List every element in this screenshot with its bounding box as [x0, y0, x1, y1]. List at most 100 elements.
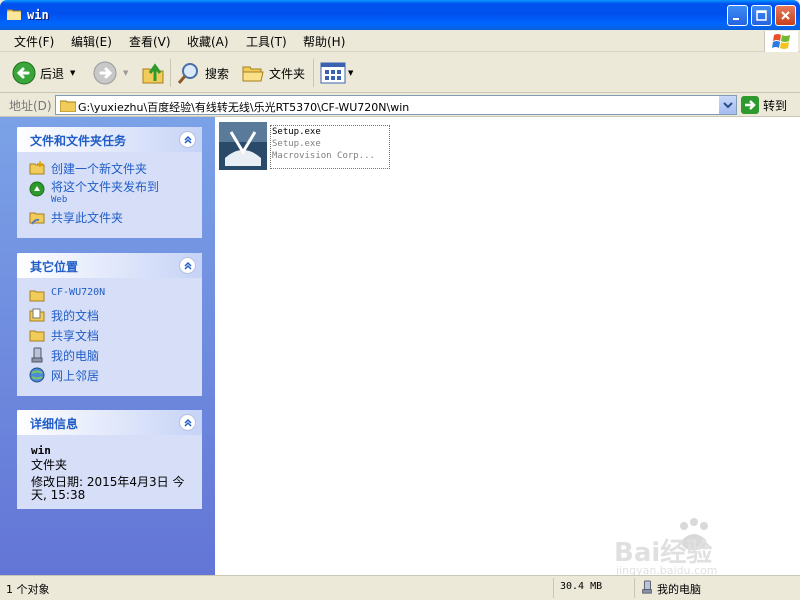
title-bar[interactable]: win	[0, 0, 800, 30]
up-folder-button[interactable]	[141, 53, 165, 93]
views-button[interactable]: ▼	[320, 53, 353, 93]
status-location: 我的电脑	[657, 583, 701, 596]
baidu-watermark: Bai经验 jingyan.baidu.com	[612, 512, 772, 582]
place-label: 网上邻居	[51, 369, 100, 383]
collapse-button[interactable]	[179, 131, 196, 148]
panel-header[interactable]: 其它位置	[17, 253, 202, 278]
menu-file[interactable]: 文件(F)	[14, 33, 54, 50]
folders-icon	[242, 66, 264, 82]
place-cf-wu720n[interactable]: CF-WU720N	[29, 287, 105, 303]
chevron-up-icon	[184, 261, 192, 270]
back-button[interactable]: 后退 ▼	[12, 53, 75, 93]
chevron-up-icon	[184, 135, 192, 144]
forward-dropdown-icon: ▼	[123, 69, 129, 77]
maximize-icon	[756, 10, 767, 21]
minimize-button[interactable]	[727, 5, 748, 26]
chevron-down-icon	[723, 102, 733, 109]
place-shared-documents[interactable]: 共享文档	[29, 327, 99, 344]
place-label: 我的文档	[51, 309, 100, 323]
address-input[interactable]: G:\yuxiezhu\百度经验\有线转无线\乐光RT5370\CF-WU720…	[55, 95, 737, 115]
file-label-box: Setup.exe Setup.exe Macrovision Corp...	[270, 125, 390, 169]
go-arrow-icon[interactable]	[741, 96, 759, 114]
minimize-icon	[733, 18, 739, 20]
forward-arrow-icon	[93, 61, 117, 85]
my-documents-icon	[29, 308, 45, 322]
search-icon	[177, 63, 198, 84]
place-label: 共享文档	[51, 329, 100, 343]
new-folder-icon	[29, 161, 45, 175]
menu-bar: 文件(F) 编辑(E) 查看(V) 收藏(A) 工具(T) 帮助(H)	[0, 30, 800, 52]
menu-favorites[interactable]: 收藏(A)	[187, 33, 229, 50]
window-title: win	[27, 8, 49, 22]
maximize-button[interactable]	[751, 5, 772, 26]
network-icon	[29, 367, 45, 383]
panel-header[interactable]: 文件和文件夹任务	[17, 127, 202, 152]
my-computer-icon	[31, 347, 43, 363]
panel-title: 其它位置	[30, 260, 79, 274]
status-divider	[553, 578, 554, 598]
collapse-button[interactable]	[179, 257, 196, 274]
publish-web-icon	[29, 181, 45, 197]
panel-title: 文件和文件夹任务	[30, 134, 127, 148]
panel-header[interactable]: 详细信息	[17, 410, 202, 435]
share-folder-icon	[29, 212, 45, 225]
status-divider	[634, 578, 635, 598]
menu-tools[interactable]: 工具(T)	[246, 33, 287, 50]
my-computer-icon	[642, 580, 652, 594]
share-folder-link[interactable]: 共享此文件夹	[29, 209, 123, 226]
menu-edit[interactable]: 编辑(E)	[71, 33, 112, 50]
place-network[interactable]: 网上邻居	[29, 367, 99, 384]
search-button[interactable]: 搜索	[177, 53, 229, 93]
back-label: 后退	[40, 66, 65, 81]
views-icon	[320, 62, 346, 84]
menu-view[interactable]: 查看(V)	[129, 33, 171, 50]
address-bar: 地址(D) G:\yuxiezhu\百度经验\有线转无线\乐光RT5370\CF…	[0, 93, 800, 117]
toolbar: 后退 ▼ ▼ 搜索 文件夹 ▼	[0, 53, 800, 93]
folder-icon	[29, 290, 45, 302]
publish-web-link[interactable]: 将这个文件夹发布到 Web	[29, 181, 159, 207]
explorer-window: win 文件(F) 编辑(E) 查看(V) 收藏(A) 工具(T) 帮助(H)	[0, 0, 800, 600]
address-path: G:\yuxiezhu\百度经验\有线转无线\乐光RT5370\CF-WU720…	[78, 101, 410, 114]
shared-documents-icon	[29, 330, 45, 342]
go-button[interactable]: 转到	[763, 97, 787, 114]
new-folder-link[interactable]: 创建一个新文件夹	[29, 160, 147, 177]
back-dropdown-icon[interactable]: ▼	[70, 69, 75, 77]
windows-logo-icon	[764, 31, 798, 52]
file-item[interactable]: Setup.exe Setup.exe Macrovision Corp...	[219, 122, 391, 172]
installer-icon	[219, 122, 267, 170]
file-list-area[interactable]: Setup.exe Setup.exe Macrovision Corp...	[215, 117, 800, 575]
status-bar: 1 个对象 30.4 MB 我的电脑	[0, 575, 800, 600]
status-size: 30.4 MB	[560, 581, 603, 592]
views-dropdown-icon[interactable]: ▼	[348, 69, 353, 77]
collapse-button[interactable]	[179, 414, 196, 431]
forward-button[interactable]: ▼	[93, 53, 128, 93]
publish-web-sublabel: Web	[51, 195, 68, 205]
folder-icon	[7, 9, 21, 20]
other-places-panel: 其它位置 CF-WU720N 我的文档 共享文档 我的电脑 网上邻居	[17, 253, 202, 396]
place-label: 我的电脑	[51, 349, 100, 363]
place-my-documents[interactable]: 我的文档	[29, 307, 99, 324]
status-object-count: 1 个对象	[6, 583, 50, 596]
file-company: Macrovision Corp...	[272, 151, 375, 161]
address-dropdown-button[interactable]	[718, 96, 736, 114]
toolbar-separator	[313, 59, 314, 87]
place-my-computer[interactable]: 我的电脑	[29, 347, 99, 364]
back-arrow-icon	[12, 61, 36, 85]
details-panel: 详细信息 win 文件夹 修改日期: 2015年4月3日 今 天, 15:38	[17, 410, 202, 509]
file-description: Setup.exe	[272, 139, 321, 149]
task-pane: 文件和文件夹任务 创建一个新文件夹 将这个文件夹发布到 Web 共享此文件夹 其…	[0, 117, 215, 575]
publish-web-label: 将这个文件夹发布到	[51, 180, 160, 194]
place-label: CF-WU720N	[51, 287, 106, 298]
toolbar-separator	[170, 59, 171, 87]
detail-modified-cont: 天, 15:38	[31, 488, 86, 502]
up-folder-icon	[142, 63, 164, 84]
file-name: Setup.exe	[272, 127, 321, 137]
file-tasks-panel: 文件和文件夹任务 创建一个新文件夹 将这个文件夹发布到 Web 共享此文件夹	[17, 127, 202, 238]
address-label: 地址(D)	[9, 99, 52, 113]
folder-icon	[60, 100, 76, 112]
close-button[interactable]	[775, 5, 796, 26]
search-label: 搜索	[205, 66, 230, 81]
share-folder-label: 共享此文件夹	[51, 211, 124, 225]
folders-button[interactable]: 文件夹	[241, 53, 305, 93]
menu-help[interactable]: 帮助(H)	[303, 33, 345, 50]
